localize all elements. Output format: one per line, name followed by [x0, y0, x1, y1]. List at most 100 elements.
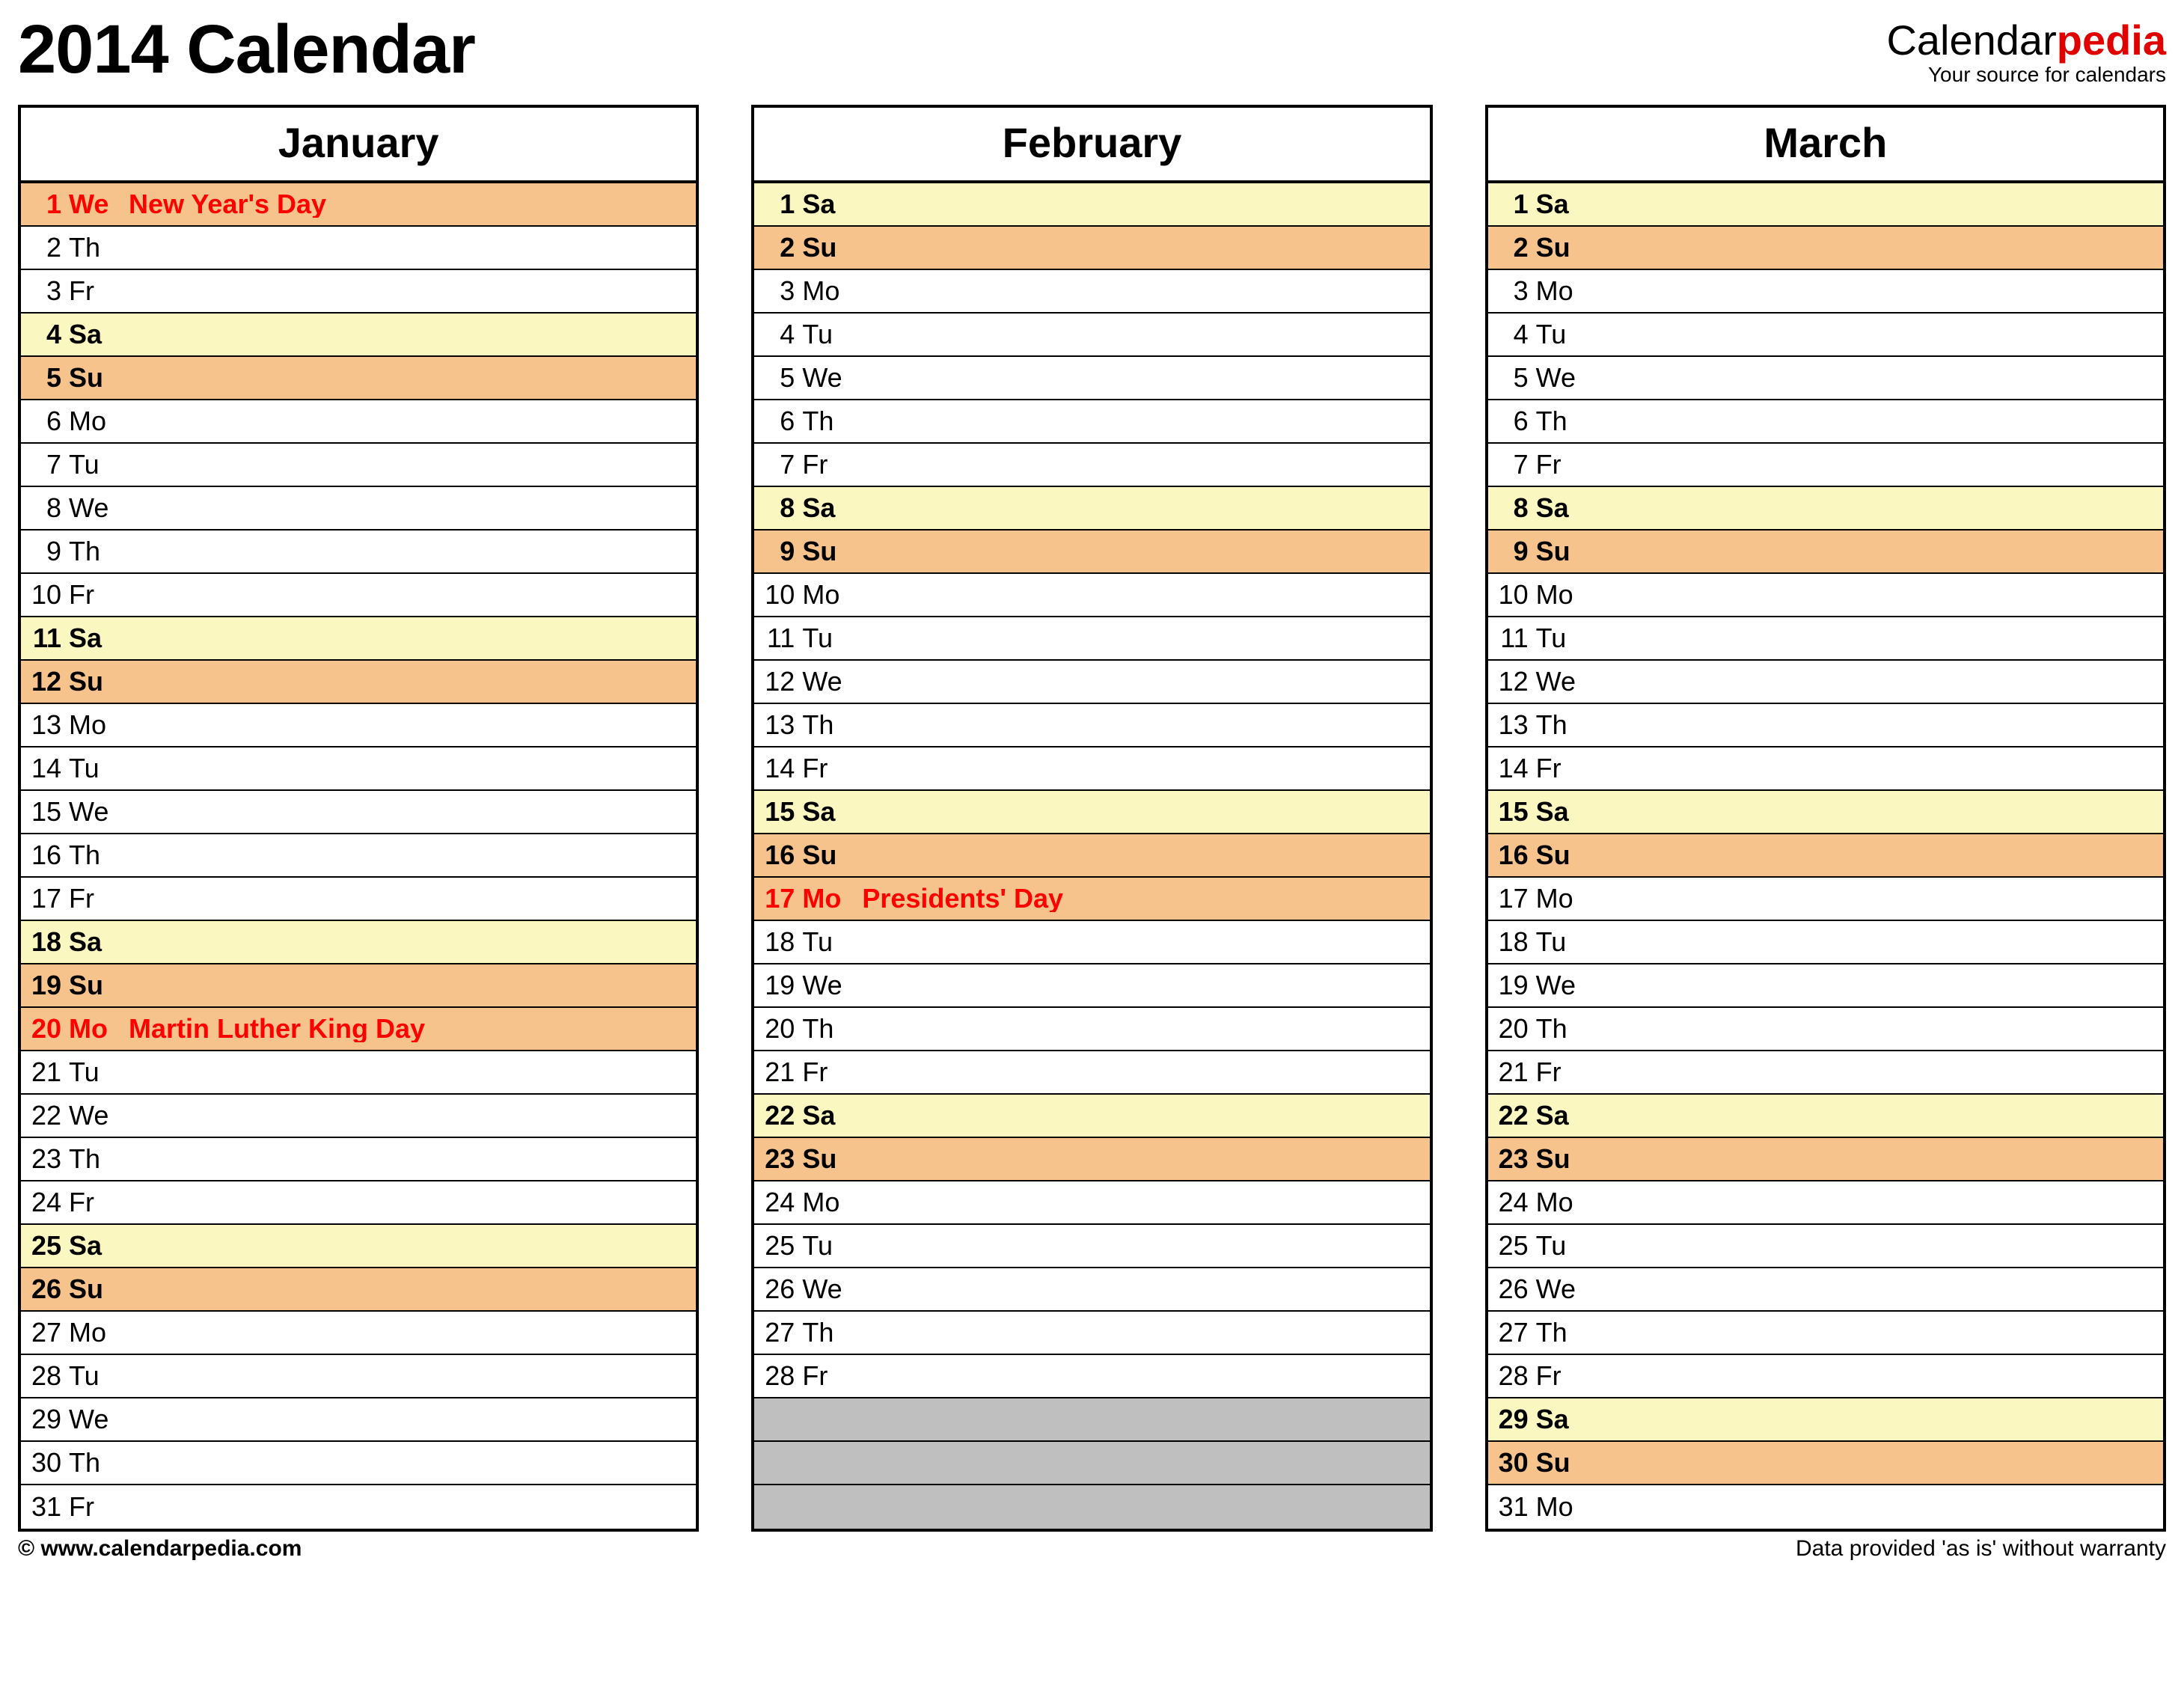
day-number: 3 — [754, 278, 802, 305]
day-weekday: Mo — [69, 408, 129, 435]
day-row: 12We — [754, 661, 1429, 704]
day-weekday: Mo — [802, 885, 862, 912]
day-weekday: We — [69, 191, 129, 218]
day-row: 5We — [1488, 357, 2163, 400]
day-number: 9 — [21, 538, 69, 565]
day-number: 1 — [1488, 191, 1536, 218]
day-weekday: Sa — [1536, 798, 1596, 825]
day-weekday: Tu — [1536, 929, 1596, 956]
day-row: 27Th — [1488, 1312, 2163, 1355]
day-number: 20 — [754, 1015, 802, 1042]
day-number: 14 — [754, 755, 802, 782]
brand-tagline: Your source for calendars — [1886, 63, 2166, 87]
day-number: 11 — [21, 625, 69, 652]
day-row: 18Sa — [21, 921, 696, 964]
day-row: 19We — [1488, 964, 2163, 1008]
day-row: 20Th — [754, 1008, 1429, 1051]
day-number: 16 — [1488, 842, 1536, 869]
day-weekday: Mo — [802, 278, 862, 305]
day-row: 14Fr — [1488, 747, 2163, 791]
day-number: 4 — [21, 321, 69, 348]
day-row: 29We — [21, 1398, 696, 1442]
brand-part1: Calendar — [1886, 16, 2056, 64]
day-number: 12 — [21, 668, 69, 695]
day-row: 12We — [1488, 661, 2163, 704]
day-row: 12Su — [21, 661, 696, 704]
day-number: 10 — [754, 581, 802, 608]
day-number: 14 — [21, 755, 69, 782]
day-weekday: Fr — [69, 278, 129, 305]
day-weekday: Mo — [802, 1189, 862, 1216]
day-event: Presidents' Day — [862, 885, 1429, 912]
day-weekday: We — [1536, 1276, 1596, 1303]
day-row: 24Fr — [21, 1181, 696, 1225]
day-weekday: Sa — [1536, 1102, 1596, 1129]
day-weekday: Th — [1536, 1015, 1596, 1042]
day-number: 5 — [754, 364, 802, 391]
day-row: 15We — [21, 791, 696, 834]
day-row: 20Th — [1488, 1008, 2163, 1051]
day-number: 27 — [1488, 1319, 1536, 1346]
day-weekday: We — [69, 495, 129, 522]
day-number: 25 — [1488, 1232, 1536, 1259]
day-weekday: Sa — [69, 625, 129, 652]
day-number: 26 — [754, 1276, 802, 1303]
day-number: 29 — [1488, 1406, 1536, 1433]
day-weekday: We — [802, 1276, 862, 1303]
day-row: 22We — [21, 1095, 696, 1138]
day-row: 11Tu — [754, 617, 1429, 661]
day-row: 13Th — [1488, 704, 2163, 747]
day-weekday: We — [802, 668, 862, 695]
day-row: 25Tu — [754, 1225, 1429, 1268]
day-row: 20MoMartin Luther King Day — [21, 1008, 696, 1051]
day-number: 24 — [21, 1189, 69, 1216]
day-weekday: Tu — [1536, 1232, 1596, 1259]
day-number: 22 — [21, 1102, 69, 1129]
day-weekday: Th — [802, 408, 862, 435]
day-weekday: Tu — [69, 451, 129, 478]
day-number: 7 — [1488, 451, 1536, 478]
day-weekday: Sa — [1536, 1406, 1596, 1433]
day-row: 27Th — [754, 1312, 1429, 1355]
month-header: January — [21, 108, 696, 183]
day-weekday: We — [69, 1102, 129, 1129]
day-row: 1Sa — [1488, 183, 2163, 227]
month-column: January1WeNew Year's Day2Th3Fr4Sa5Su6Mo7… — [18, 105, 699, 1532]
day-row: 9Su — [754, 531, 1429, 574]
day-weekday: Su — [802, 1146, 862, 1172]
day-number: 15 — [1488, 798, 1536, 825]
day-row: 27Mo — [21, 1312, 696, 1355]
day-row: 7Fr — [754, 444, 1429, 487]
day-row: 1Sa — [754, 183, 1429, 227]
day-weekday: Tu — [1536, 321, 1596, 348]
day-number: 28 — [1488, 1363, 1536, 1389]
day-number: 18 — [1488, 929, 1536, 956]
day-weekday: Su — [69, 668, 129, 695]
day-row: 21Fr — [1488, 1051, 2163, 1095]
day-number: 6 — [1488, 408, 1536, 435]
day-number: 12 — [754, 668, 802, 695]
day-number: 2 — [21, 234, 69, 261]
day-row: 7Fr — [1488, 444, 2163, 487]
day-row: 16Th — [21, 834, 696, 878]
day-number: 20 — [21, 1015, 69, 1042]
day-weekday: Mo — [1536, 885, 1596, 912]
day-row: 26We — [754, 1268, 1429, 1312]
footer-left: © www.calendarpedia.com — [18, 1536, 302, 1562]
day-number: 2 — [1488, 234, 1536, 261]
day-row: 25Sa — [21, 1225, 696, 1268]
day-weekday: We — [802, 972, 862, 999]
day-number: 1 — [754, 191, 802, 218]
day-row — [754, 1442, 1429, 1485]
day-weekday: Fr — [1536, 451, 1596, 478]
day-number: 4 — [1488, 321, 1536, 348]
day-number: 25 — [754, 1232, 802, 1259]
day-weekday: Mo — [69, 1319, 129, 1346]
day-weekday: Tu — [802, 1232, 862, 1259]
day-weekday: Fr — [1536, 1059, 1596, 1086]
day-row: 19We — [754, 964, 1429, 1008]
day-number: 6 — [754, 408, 802, 435]
day-row: 31Mo — [1488, 1485, 2163, 1529]
day-weekday: Su — [1536, 234, 1596, 261]
header: 2014 Calendar Calendarpedia Your source … — [18, 15, 2166, 87]
